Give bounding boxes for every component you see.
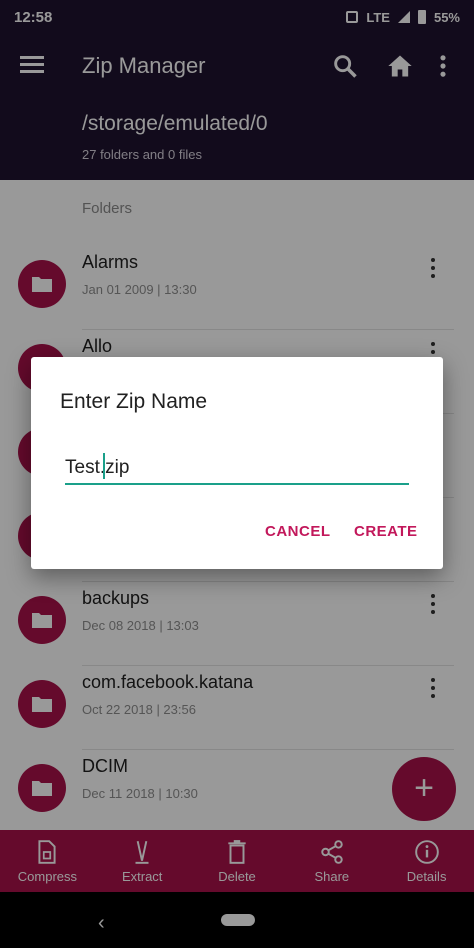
cancel-button[interactable]: CANCEL [265,523,331,540]
zip-name-dialog: Enter Zip Name CANCEL CREATE [31,357,443,569]
create-button[interactable]: CREATE [354,523,418,540]
text-cursor [103,453,105,479]
zip-name-input[interactable] [65,453,409,485]
dialog-title: Enter Zip Name [60,390,208,413]
